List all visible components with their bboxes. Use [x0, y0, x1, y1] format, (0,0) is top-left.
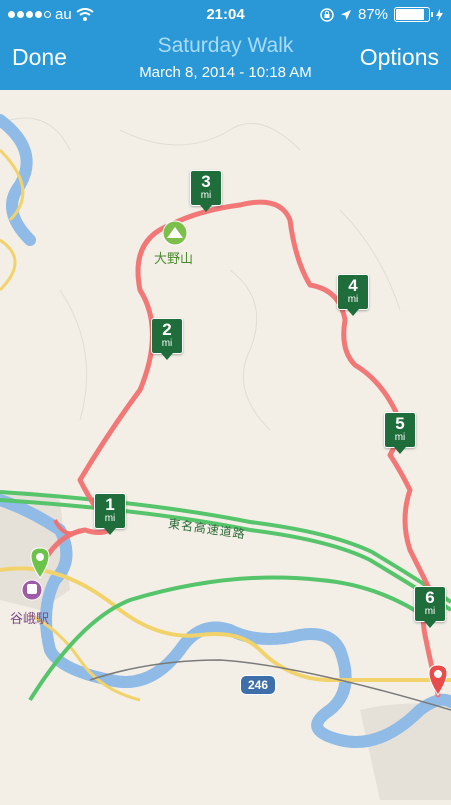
mile-marker-unit: mi — [347, 294, 359, 305]
mile-marker[interactable]: 5 mi — [384, 412, 416, 454]
options-button[interactable]: Options — [360, 44, 439, 71]
mile-marker[interactable]: 1 mi — [94, 493, 126, 535]
status-right: 87% — [320, 6, 443, 23]
mile-marker-number: 1 — [105, 495, 115, 514]
rotation-lock-icon — [320, 7, 334, 22]
mile-marker-unit: mi — [200, 190, 212, 201]
mile-marker-unit: mi — [161, 338, 173, 349]
mile-marker-number: 5 — [395, 414, 405, 433]
mile-marker[interactable]: 6 mi — [414, 586, 446, 628]
location-arrow-icon — [340, 9, 351, 20]
mile-marker-unit: mi — [104, 513, 116, 524]
station-label: 谷峨駅 — [10, 611, 50, 626]
mile-marker-number: 2 — [162, 320, 172, 339]
mile-marker-unit: mi — [394, 432, 406, 443]
mile-marker[interactable]: 2 mi — [151, 318, 183, 360]
mile-marker-number: 3 — [201, 172, 211, 191]
route-number-badge: 246 — [240, 675, 276, 695]
charging-bolt-icon — [436, 8, 443, 21]
route-map[interactable]: 1 mi 2 mi 3 mi 4 mi 5 mi 6 mi 大野山 谷峨駅 東名… — [0, 90, 451, 800]
mountain-peak-icon — [162, 220, 188, 246]
status-bar: au 21:04 87% — [0, 0, 451, 30]
battery-percent: 87% — [357, 6, 388, 23]
mile-marker-number: 6 — [425, 588, 435, 607]
mile-marker-unit: mi — [424, 606, 436, 617]
mountain-label: 大野山 — [154, 251, 194, 266]
battery-icon — [394, 7, 433, 22]
train-station-icon — [21, 579, 43, 601]
mile-marker[interactable]: 3 mi — [190, 170, 222, 212]
navigation-header: au 21:04 87% Done Saturday Walk March 8,… — [0, 0, 451, 90]
mile-marker[interactable]: 4 mi — [337, 274, 369, 316]
mile-marker-number: 4 — [348, 276, 358, 295]
